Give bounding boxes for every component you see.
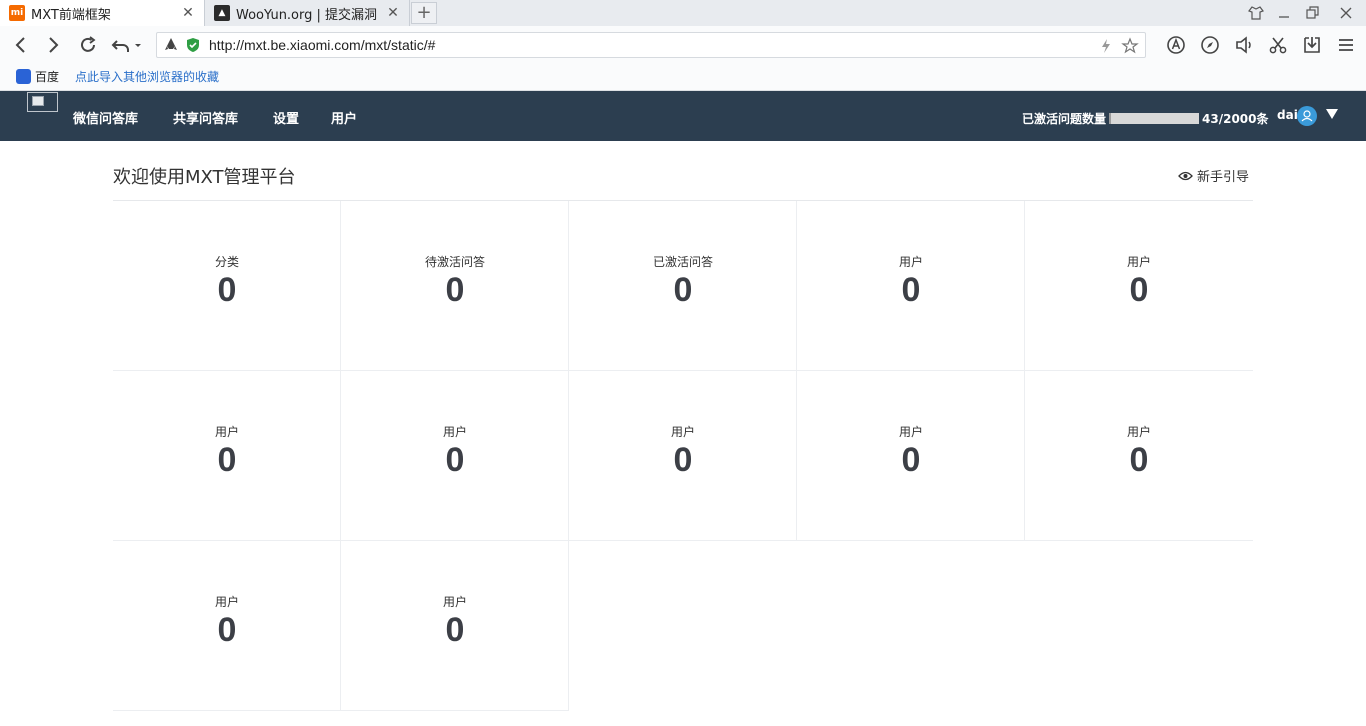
- stat-label: 用户: [898, 255, 923, 269]
- app-header: 微信问答库 共享问答库 设置 用户 已激活问题数量 43/2000条 dai: [0, 91, 1366, 141]
- stat-card[interactable]: 用户 0: [569, 371, 797, 541]
- stat-card[interactable]: 用户 0: [113, 541, 341, 711]
- lightning-icon[interactable]: [1099, 38, 1113, 54]
- tab-close-icon[interactable]: ✕: [178, 5, 198, 21]
- quota-progress-bar: [1109, 113, 1200, 124]
- stat-value: 0: [217, 441, 237, 479]
- stat-label: 分类: [214, 255, 239, 269]
- stat-card[interactable]: 已激活问答 0: [569, 201, 797, 371]
- menu-icon[interactable]: [1336, 35, 1356, 55]
- xiaomi-favicon-icon: mi: [9, 5, 25, 21]
- stat-card[interactable]: 待激活问答 0: [341, 201, 569, 371]
- baidu-paw-icon: [16, 69, 31, 84]
- download-icon[interactable]: [1302, 35, 1322, 55]
- scissors-icon[interactable]: [1268, 35, 1288, 55]
- activated-quota: 已激活问题数量 43/2000条: [1022, 110, 1269, 127]
- compass-icon[interactable]: [1200, 35, 1220, 55]
- reload-icon[interactable]: [78, 35, 98, 55]
- close-window-icon[interactable]: [1337, 4, 1355, 22]
- stat-card[interactable]: 用户 0: [1025, 371, 1253, 541]
- username[interactable]: dai: [1277, 108, 1298, 122]
- tab-title: WooYun.org | 提交漏洞: [236, 7, 378, 23]
- rocket-icon[interactable]: [163, 37, 179, 53]
- browser-tab-strip: mi MXT前端框架 ✕ ▲ WooYun.org | 提交漏洞 ✕ +: [0, 0, 1366, 26]
- bookmark-star-icon[interactable]: [1121, 37, 1139, 55]
- undo-close-icon[interactable]: [110, 35, 144, 55]
- wooyun-favicon-icon: ▲: [214, 5, 230, 21]
- stat-value: 0: [217, 271, 237, 309]
- forward-icon[interactable]: [43, 35, 63, 55]
- minimize-icon[interactable]: [1275, 4, 1293, 22]
- tab-title: MXT前端框架: [31, 7, 111, 23]
- bookmark-baidu[interactable]: 百度: [16, 68, 59, 85]
- stat-value: 0: [217, 611, 237, 649]
- stat-value: 0: [901, 271, 921, 309]
- quota-count: 43/2000条: [1202, 112, 1269, 126]
- skin-shirt-icon[interactable]: [1247, 4, 1265, 22]
- stat-card[interactable]: 用户 0: [341, 541, 569, 711]
- stat-label: 待激活问答: [424, 255, 485, 269]
- stat-value: 0: [445, 441, 465, 479]
- stat-label: 用户: [214, 595, 239, 609]
- stat-value: 0: [445, 611, 465, 649]
- bookmarks-bar: 百度 点此导入其他浏览器的收藏: [0, 64, 1366, 91]
- quota-label: 已激活问题数量: [1022, 112, 1107, 126]
- stat-label: 用户: [1126, 255, 1151, 269]
- broken-logo-image[interactable]: [27, 92, 58, 112]
- stat-value: 0: [901, 441, 921, 479]
- secure-shield-icon[interactable]: [185, 37, 201, 53]
- stat-label: 用户: [1126, 425, 1151, 439]
- nav-users[interactable]: 用户: [331, 108, 357, 127]
- stat-card[interactable]: 分类 0: [113, 201, 341, 371]
- eye-icon: [1178, 171, 1193, 180]
- stat-card[interactable]: 用户 0: [797, 201, 1025, 371]
- nav-wechat-qa[interactable]: 微信问答库: [73, 108, 138, 127]
- stat-label: 用户: [898, 425, 923, 439]
- import-bookmarks-link[interactable]: 点此导入其他浏览器的收藏: [75, 68, 219, 85]
- stat-value: 0: [1129, 441, 1149, 479]
- restore-icon[interactable]: [1303, 4, 1321, 22]
- address-bar[interactable]: http://mxt.be.xiaomi.com/mxt/static/#: [156, 32, 1146, 58]
- tab-wooyun[interactable]: ▲ WooYun.org | 提交漏洞 ✕: [205, 0, 410, 26]
- user-dropdown-caret-icon[interactable]: [1326, 109, 1338, 119]
- bookmark-label: 百度: [35, 70, 60, 84]
- adblock-icon[interactable]: [1166, 35, 1186, 55]
- stat-card[interactable]: 用户 0: [797, 371, 1025, 541]
- new-tab-button[interactable]: +: [411, 2, 437, 24]
- tab-close-icon[interactable]: ✕: [383, 5, 403, 21]
- speaker-icon[interactable]: [1234, 35, 1254, 55]
- url-text[interactable]: http://mxt.be.xiaomi.com/mxt/static/#: [209, 37, 435, 53]
- back-icon[interactable]: [11, 35, 31, 55]
- stat-label: 用户: [214, 425, 239, 439]
- stat-label: 用户: [442, 425, 467, 439]
- stat-label: 已激活问答: [652, 255, 713, 269]
- browser-toolbar: http://mxt.be.xiaomi.com/mxt/static/#: [0, 26, 1366, 64]
- stat-card[interactable]: 用户 0: [113, 371, 341, 541]
- stat-value: 0: [673, 441, 693, 479]
- nav-shared-qa[interactable]: 共享问答库: [173, 108, 238, 127]
- stat-card[interactable]: 用户 0: [341, 371, 569, 541]
- tab-mxt[interactable]: mi MXT前端框架 ✕: [0, 0, 205, 26]
- guide-label: 新手引导: [1197, 170, 1250, 185]
- stat-card[interactable]: 用户 0: [1025, 201, 1253, 371]
- stat-label: 用户: [442, 595, 467, 609]
- beginner-guide-link[interactable]: 新手引导: [1178, 166, 1249, 185]
- stat-label: 用户: [670, 425, 695, 439]
- stat-value: 0: [445, 271, 465, 309]
- nav-settings[interactable]: 设置: [273, 108, 299, 127]
- stat-value: 0: [1129, 271, 1149, 309]
- stat-value: 0: [673, 271, 693, 309]
- page-title: 欢迎使用MXT管理平台: [113, 167, 296, 188]
- user-avatar-icon[interactable]: [1297, 106, 1317, 126]
